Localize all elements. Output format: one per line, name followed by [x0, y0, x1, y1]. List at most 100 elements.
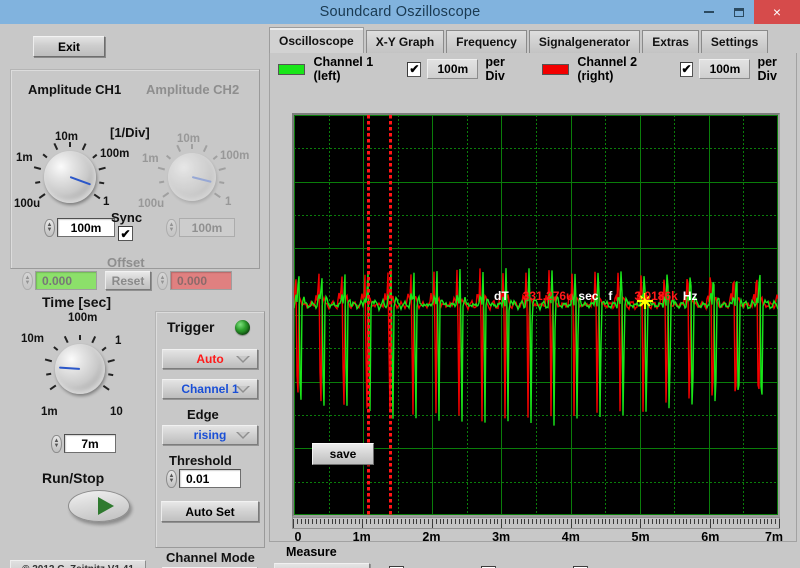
- ruler-tick: [497, 519, 498, 524]
- ruler-tick: [416, 519, 417, 524]
- time-spinner[interactable]: ▲ ▼: [51, 434, 62, 453]
- run-stop-button[interactable]: [68, 490, 130, 522]
- ruler-tick: [513, 519, 514, 524]
- ruler-tick: [586, 519, 587, 524]
- ruler-tick: [675, 519, 676, 524]
- ruler-tick: [602, 519, 603, 524]
- channel-2-checkbox[interactable]: ✔: [679, 61, 694, 77]
- amplitude-ch2-field[interactable]: ▲ ▼ 100m: [166, 218, 235, 237]
- ruler-tick: [625, 519, 626, 524]
- dt-label: dT: [494, 289, 509, 303]
- ruler-tick: [598, 519, 599, 524]
- close-button[interactable]: ×: [754, 0, 800, 24]
- ruler-tick: [293, 519, 294, 528]
- ruler-tick: [397, 519, 398, 524]
- time-ruler: [292, 517, 780, 529]
- time-tick-100m: 100m: [68, 312, 98, 324]
- ruler-tick: [613, 519, 614, 524]
- tab-extras[interactable]: Extras: [642, 30, 699, 53]
- knob-tick: [91, 336, 96, 344]
- amplitude-ch1-knob[interactable]: [34, 142, 106, 203]
- ruler-tick: [621, 519, 622, 524]
- tab-frequency[interactable]: Frequency: [446, 30, 527, 53]
- tab-bar: Oscilloscope X-Y Graph Frequency Signalg…: [269, 27, 770, 53]
- trigger-source-combo[interactable]: Channel 1: [162, 379, 258, 399]
- time-value[interactable]: 7m: [64, 434, 116, 453]
- knob-tick: [53, 346, 59, 351]
- ruler-tick: [729, 519, 730, 524]
- amplitude-ch1-spinner[interactable]: ▲ ▼: [44, 218, 55, 237]
- exit-button[interactable]: Exit: [33, 36, 105, 57]
- ruler-tick: [605, 519, 606, 524]
- amplitude-ch2-spinner[interactable]: ▲ ▼: [166, 218, 177, 237]
- amplitude-ch1-tick-1: 1: [103, 196, 110, 208]
- ruler-tick: [301, 519, 302, 524]
- offset-ch2-spinner[interactable]: ▲ ▼: [157, 271, 168, 290]
- ruler-tick: [389, 519, 390, 524]
- ruler-tick: [459, 519, 460, 524]
- trigger-edge-combo[interactable]: rising: [162, 425, 258, 445]
- channel-2-perdiv-value[interactable]: 100m: [699, 59, 751, 79]
- measure-combo[interactable]: cursors: [274, 563, 370, 568]
- offset-ch1-spinner[interactable]: ▲ ▼: [22, 271, 33, 290]
- dt-unit: sec: [578, 289, 599, 303]
- runstop-label: Run/Stop: [42, 470, 105, 486]
- ruler-tick: [393, 519, 394, 524]
- tab-signalgenerator[interactable]: Signalgenerator: [528, 30, 641, 53]
- threshold-spinner[interactable]: ▲ ▼: [166, 469, 177, 488]
- tab-oscilloscope[interactable]: Oscilloscope: [269, 27, 364, 53]
- measure-bar: Measure cursors Voltage ✔ Time Zoom: [266, 542, 800, 568]
- ruler-tick: [544, 519, 545, 524]
- ruler-tick: [636, 519, 637, 524]
- time-title: Time [sec]: [42, 294, 111, 310]
- channel-1-perdiv-value[interactable]: 100m: [427, 59, 479, 79]
- offset-label: Offset: [107, 255, 145, 270]
- amplitude-unit-label: [1/Div]: [110, 125, 150, 140]
- maximize-button[interactable]: [724, 0, 754, 24]
- trigger-title: Trigger: [167, 319, 215, 335]
- ruler-tick: [324, 519, 325, 524]
- ruler-tick: [582, 519, 583, 524]
- window-controls: ×: [694, 0, 800, 24]
- auto-set-button[interactable]: Auto Set: [161, 501, 259, 522]
- trigger-mode-combo[interactable]: Auto: [162, 349, 258, 369]
- ruler-tick: [767, 519, 768, 524]
- ruler-tick: [343, 519, 344, 524]
- channel-1-checkbox[interactable]: ✔: [407, 61, 422, 77]
- copyright-label: © 2012 C. Zeitnitz V1.41: [10, 560, 146, 568]
- spin-down-icon: ▼: [168, 226, 175, 233]
- time-cursor-2[interactable]: [389, 115, 392, 515]
- minimize-button[interactable]: [694, 0, 724, 24]
- offset-ch1-field[interactable]: ▲ ▼ 0.000: [22, 271, 97, 290]
- threshold-value[interactable]: 0.01: [179, 469, 241, 488]
- offset-ch1-value[interactable]: 0.000: [35, 271, 97, 290]
- ruler-tick: [748, 519, 749, 524]
- knob-tick: [107, 358, 115, 363]
- amplitude-ch1-field[interactable]: ▲ ▼ 100m: [44, 218, 115, 237]
- chevron-down-icon: [236, 386, 250, 393]
- save-button[interactable]: save: [312, 443, 374, 465]
- ruler-tick: [683, 519, 684, 524]
- tab-xy-graph[interactable]: X-Y Graph: [365, 30, 445, 53]
- time-knob[interactable]: [45, 335, 115, 394]
- ruler-tick: [420, 519, 421, 524]
- ruler-tick: [617, 519, 618, 524]
- amplitude-ch2-tick-1: 1: [225, 196, 232, 208]
- tab-settings[interactable]: Settings: [700, 30, 769, 53]
- ruler-tick: [725, 519, 726, 524]
- ruler-tick: [590, 519, 591, 524]
- threshold-field[interactable]: ▲ ▼ 0.01: [166, 469, 241, 488]
- amplitude-ch2-value[interactable]: 100m: [179, 218, 235, 237]
- offset-reset-button[interactable]: Reset: [105, 271, 151, 290]
- sync-checkbox[interactable]: ✔: [118, 226, 133, 241]
- scope-display[interactable]: dT 331.276u sec f 3.0186k Hz save: [292, 113, 780, 517]
- ruler-tick: [764, 519, 765, 524]
- offset-ch2-value[interactable]: 0.000: [170, 271, 232, 290]
- ruler-tick: [679, 519, 680, 524]
- f-value: 3.0186k: [634, 289, 678, 303]
- ruler-tick: [428, 519, 429, 524]
- amplitude-ch2-knob[interactable]: [157, 144, 227, 201]
- amplitude-ch1-value[interactable]: 100m: [57, 218, 115, 237]
- time-field[interactable]: ▲ ▼ 7m: [51, 434, 116, 453]
- offset-ch2-field[interactable]: ▲ ▼ 0.000: [157, 271, 232, 290]
